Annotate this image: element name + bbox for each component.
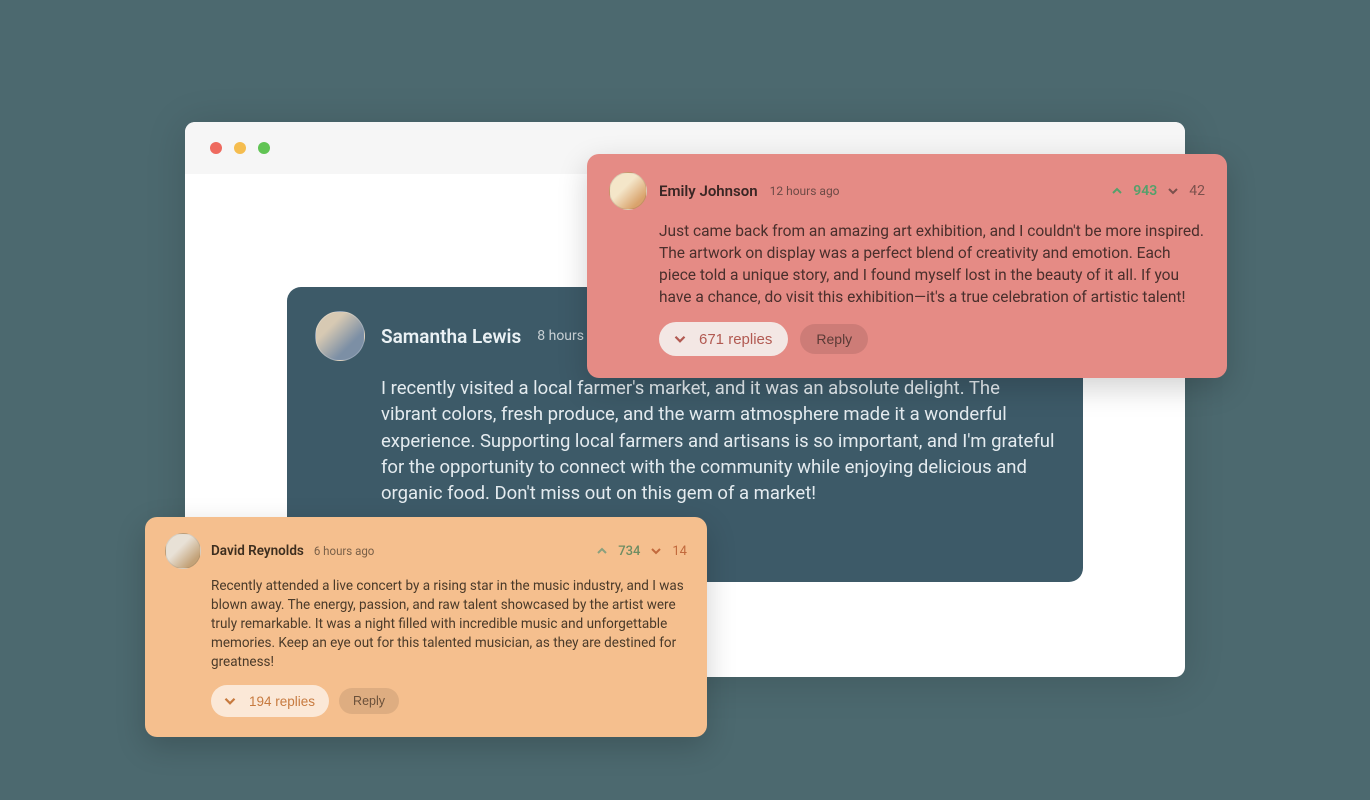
replies-count: 194 replies: [249, 694, 315, 709]
comment-body: Recently attended a live concert by a ri…: [211, 577, 687, 671]
upvote-count: 734: [618, 544, 640, 559]
vote-controls: 943 42: [1109, 183, 1205, 199]
reply-label: Reply: [353, 694, 385, 708]
comment-body: I recently visited a local farmer's mark…: [381, 375, 1055, 506]
reply-label: Reply: [816, 331, 852, 347]
downvote-count: 14: [672, 544, 687, 559]
comment-card-pink: Emily Johnson 12 hours ago 943 42 Just c…: [587, 154, 1227, 378]
comment-header: David Reynolds 6 hours ago 734 14: [165, 533, 687, 569]
downvote-count: 42: [1189, 183, 1205, 199]
replies-button[interactable]: 671 replies: [659, 322, 788, 356]
upvote-icon[interactable]: [1109, 183, 1125, 199]
downvote-icon[interactable]: [1165, 183, 1181, 199]
avatar: [315, 311, 365, 361]
author-name: David Reynolds: [211, 543, 304, 559]
reply-button[interactable]: Reply: [339, 688, 399, 714]
comment-actions: 671 replies Reply: [659, 322, 1205, 356]
comment-card-orange: David Reynolds 6 hours ago 734 14 Recent…: [145, 517, 707, 737]
author-name: Samantha Lewis: [381, 325, 521, 348]
window-maximize-icon[interactable]: [258, 142, 270, 154]
reply-button[interactable]: Reply: [800, 324, 868, 354]
window-close-icon[interactable]: [210, 142, 222, 154]
upvote-icon[interactable]: [594, 543, 610, 559]
replies-count: 671 replies: [699, 331, 772, 348]
chevron-down-icon: [221, 692, 239, 710]
timestamp: 12 hours ago: [770, 184, 840, 198]
window-minimize-icon[interactable]: [234, 142, 246, 154]
avatar: [609, 172, 647, 210]
chevron-down-icon: [671, 330, 689, 348]
author-name: Emily Johnson: [659, 182, 758, 200]
avatar: [165, 533, 201, 569]
upvote-count: 943: [1133, 183, 1157, 199]
downvote-icon[interactable]: [648, 543, 664, 559]
replies-button[interactable]: 194 replies: [211, 685, 329, 717]
vote-controls: 734 14: [594, 543, 687, 559]
comment-actions: 194 replies Reply: [211, 685, 687, 717]
comment-header: Emily Johnson 12 hours ago 943 42: [609, 172, 1205, 210]
timestamp: 6 hours ago: [314, 544, 375, 558]
comment-body: Just came back from an amazing art exhib…: [659, 220, 1205, 308]
